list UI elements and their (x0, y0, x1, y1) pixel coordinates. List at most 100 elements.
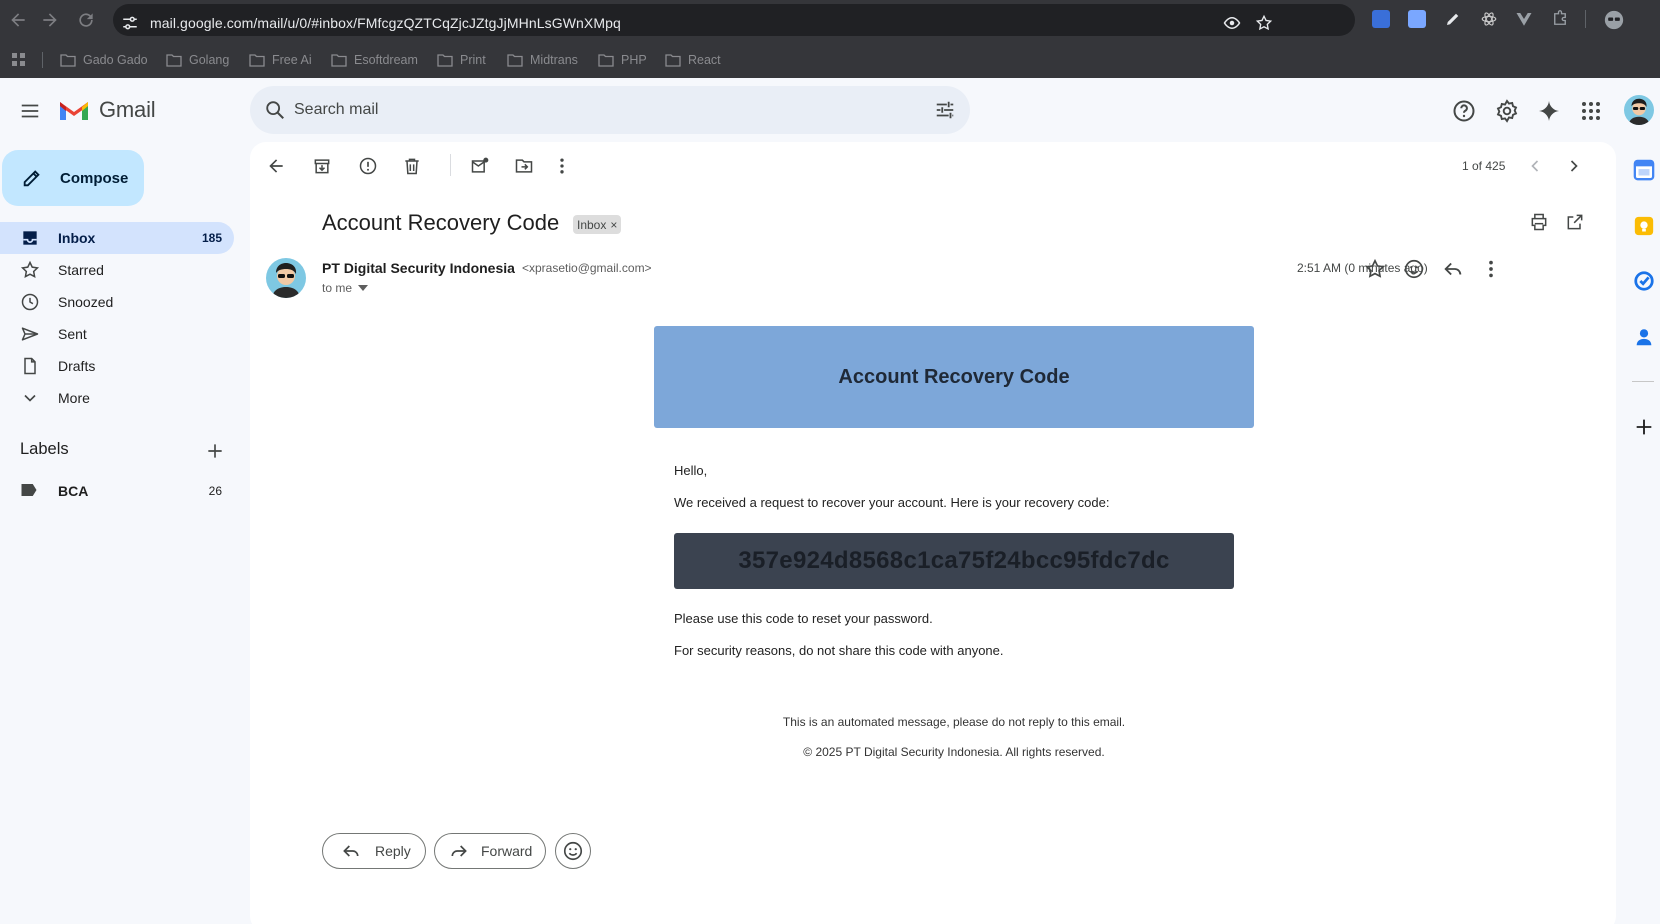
bookmark-folder[interactable]: Esoftdream (331, 51, 418, 69)
move-to-icon[interactable] (514, 156, 534, 176)
pen-extension-icon[interactable] (1444, 10, 1462, 28)
email-banner: Account Recovery Code (654, 326, 1254, 428)
extension-icon-2[interactable] (1408, 10, 1426, 28)
labels-heading: Labels (20, 440, 69, 458)
react-extension-icon[interactable] (1480, 10, 1498, 28)
apps-grid-icon[interactable] (12, 53, 26, 67)
tasks-icon[interactable] (1633, 270, 1655, 292)
forward-arrow-icon[interactable] (40, 10, 60, 30)
toolbar-divider (450, 154, 451, 176)
keep-icon[interactable] (1633, 215, 1655, 237)
bookmark-folder[interactable]: React (665, 51, 721, 69)
add-reaction-icon[interactable] (1403, 258, 1425, 280)
toolbar-divider (1585, 10, 1586, 28)
label-count: 26 (208, 484, 222, 498)
add-label-icon[interactable] (205, 441, 225, 461)
sender-avatar[interactable] (266, 258, 306, 298)
inbox-icon (23, 231, 37, 245)
sidebar-item-sent[interactable]: Sent (0, 318, 234, 350)
mark-unread-icon[interactable] (470, 156, 490, 176)
sidebar-item-inbox[interactable]: Inbox 185 (0, 222, 234, 254)
compose-button[interactable]: Compose (2, 150, 144, 206)
sidebar-item-snoozed[interactable]: Snoozed (0, 286, 234, 318)
side-panel-divider (1632, 381, 1654, 382)
older-chevron-icon[interactable] (1564, 156, 1584, 176)
label-name: BCA (58, 483, 89, 499)
calendar-icon[interactable] (1633, 159, 1655, 181)
url-text[interactable]: mail.google.com/mail/u/0/#inbox/FMfcgzQZ… (150, 15, 621, 31)
bookmarks-bar: Gado Gado Golang Free Ai Esoftdream Prin… (0, 46, 1660, 74)
folder-icon (166, 54, 182, 67)
bookmark-folder[interactable]: Print (437, 51, 486, 69)
send-icon (21, 327, 39, 341)
account-avatar[interactable] (1624, 95, 1654, 125)
gmail-logo[interactable]: Gmail (58, 97, 156, 123)
sidebar-item-drafts[interactable]: Drafts (0, 350, 234, 382)
back-arrow-icon[interactable] (8, 10, 28, 30)
vue-extension-icon[interactable] (1515, 10, 1533, 28)
reply-icon[interactable] (1442, 258, 1464, 280)
search-input[interactable]: Search mail (294, 101, 378, 119)
gemini-icon[interactable] (1537, 99, 1561, 123)
contacts-icon[interactable] (1633, 326, 1655, 348)
sidebar-nav: Inbox 185 Starred Snoozed Sent Drafts Mo… (0, 222, 234, 414)
help-icon[interactable] (1452, 99, 1476, 123)
email-subject: Account Recovery Code (322, 210, 560, 235)
sidebar-item-starred[interactable]: Starred (0, 254, 234, 286)
pagination-text: 1 of 425 (1462, 159, 1506, 173)
search-bar[interactable]: Search mail (250, 86, 970, 134)
bookmark-divider (42, 52, 43, 68)
bookmark-folder[interactable]: Free Ai (249, 51, 312, 69)
remove-label-icon[interactable]: × (610, 218, 617, 232)
search-options-icon[interactable] (934, 99, 956, 121)
settings-icon[interactable] (1495, 99, 1519, 123)
email-view: 1 of 425 Account Recovery Code Inbox × P… (250, 142, 1616, 924)
inbox-label-chip[interactable]: Inbox × (573, 215, 622, 234)
newer-chevron-icon[interactable] (1525, 156, 1545, 176)
label-item-bca[interactable]: BCA 26 (0, 474, 234, 506)
emoji-reaction-button[interactable] (555, 833, 591, 869)
reload-icon[interactable] (76, 10, 96, 30)
print-icon[interactable] (1529, 212, 1549, 232)
bookmark-folder[interactable]: PHP (598, 51, 647, 69)
unread-count: 185 (201, 231, 222, 245)
reply-button[interactable]: Reply (322, 833, 426, 869)
extension-icon-1[interactable] (1372, 10, 1390, 28)
eye-off-icon[interactable] (1223, 14, 1241, 32)
back-to-inbox-icon[interactable] (266, 156, 286, 176)
apps-icon[interactable] (1579, 99, 1603, 123)
pencil-icon (23, 170, 40, 187)
sender-name[interactable]: PT Digital Security Indonesia (322, 260, 515, 276)
bookmark-folder[interactable]: Gado Gado (60, 51, 148, 69)
chevron-down-icon (24, 394, 36, 402)
site-settings-icon[interactable] (121, 14, 139, 32)
open-in-new-window-icon[interactable] (1565, 212, 1585, 232)
bookmark-folder[interactable]: Golang (166, 51, 229, 69)
banner-title: Account Recovery Code (838, 365, 1070, 388)
forward-button[interactable]: Forward (434, 833, 546, 869)
main-menu-icon[interactable] (19, 100, 41, 122)
bookmark-folder[interactable]: Midtrans (507, 51, 578, 69)
star-email-icon[interactable] (1364, 258, 1386, 280)
sidebar-item-more[interactable]: More (0, 382, 234, 414)
bookmark-star-icon[interactable] (1255, 14, 1273, 32)
compose-label: Compose (60, 170, 129, 187)
recovery-code-box: 357e924d8568c1ca75f24bcc95fdc7dc (674, 533, 1234, 589)
copyright-text: © 2025 PT Digital Security Indonesia. Al… (803, 745, 1105, 759)
gmail-m-icon (60, 102, 88, 120)
delete-icon[interactable] (402, 156, 422, 176)
more-email-options-icon[interactable] (1480, 258, 1502, 280)
get-addons-icon[interactable] (1633, 416, 1655, 438)
address-bar[interactable]: mail.google.com/mail/u/0/#inbox/FMfcgzQZ… (113, 4, 1355, 36)
recipients-toggle[interactable]: to me (322, 281, 369, 295)
sidebar-item-label: More (58, 390, 90, 406)
more-options-icon[interactable] (552, 156, 572, 176)
folder-icon (331, 54, 347, 67)
report-spam-icon[interactable] (358, 156, 378, 176)
profile-icon[interactable] (1604, 10, 1624, 30)
draft-icon (24, 357, 36, 375)
sidebar-item-label: Snoozed (58, 294, 114, 310)
archive-icon[interactable] (312, 156, 332, 176)
search-icon[interactable] (264, 99, 286, 121)
puzzle-extensions-icon[interactable] (1551, 10, 1569, 28)
